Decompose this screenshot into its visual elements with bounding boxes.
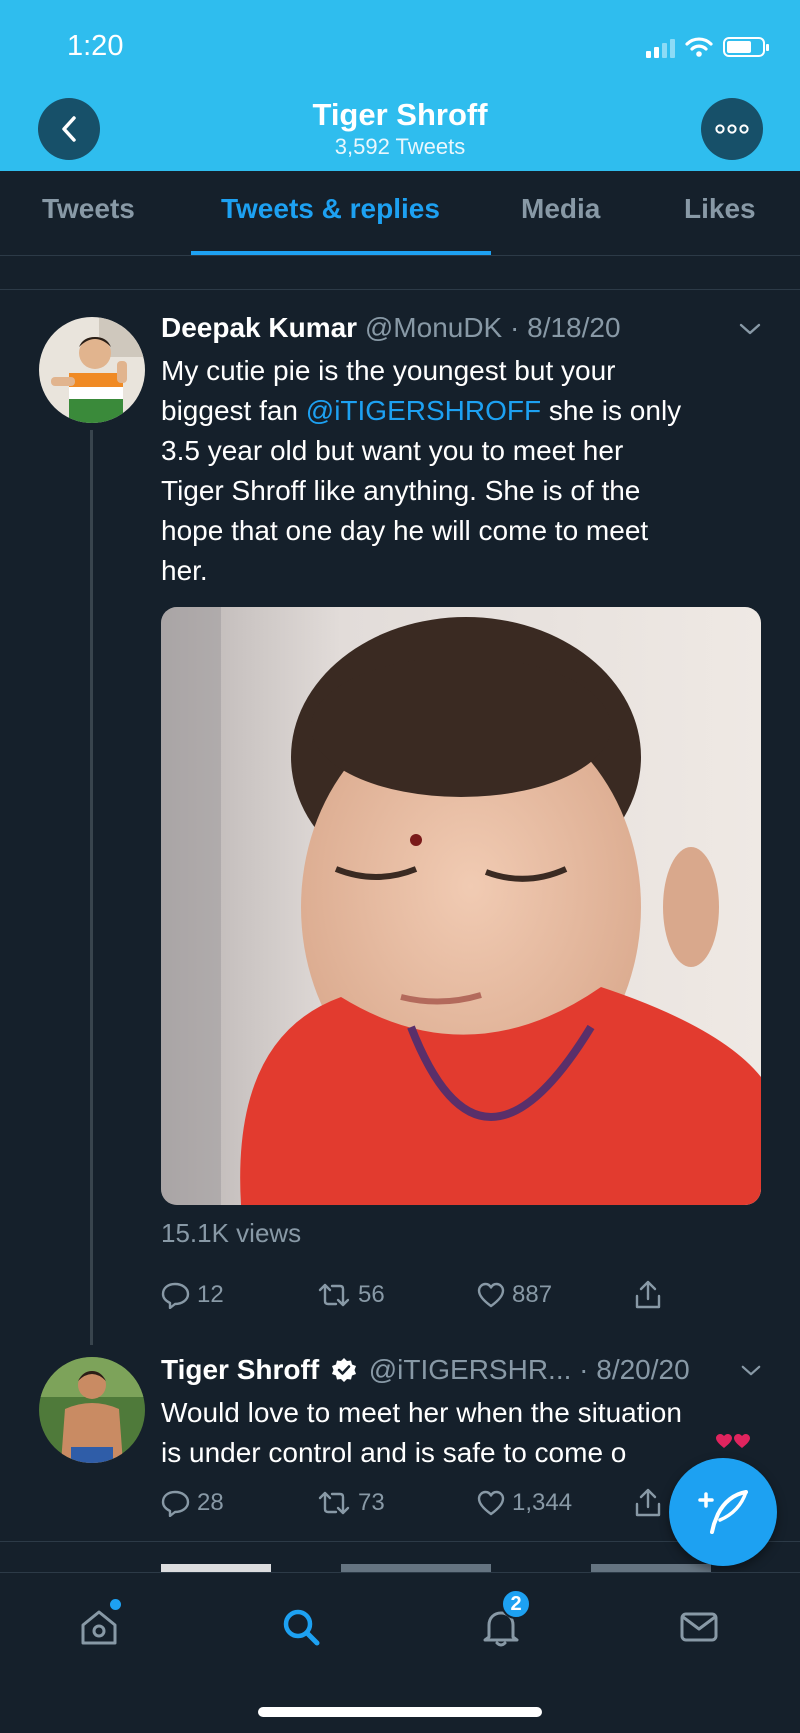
avatar[interactable]	[39, 1357, 145, 1463]
tweet-text-line: My cutie pie is the youngest but your	[161, 355, 616, 386]
compose-tweet-button[interactable]	[669, 1458, 777, 1566]
tweet-text: My cutie pie is the youngest but your bi…	[161, 351, 681, 591]
avatar-image	[39, 1357, 145, 1463]
status-icons	[646, 36, 769, 58]
tweet-text-line: Would love to meet her when the situatio…	[161, 1397, 682, 1428]
more-dots-icon	[715, 124, 749, 134]
tweet-video[interactable]	[161, 607, 761, 1205]
signal-icon	[646, 36, 675, 58]
tweet-text-segment: she is only	[541, 395, 682, 426]
retweet-icon	[318, 1283, 350, 1307]
tweet-text-line: biggest fan @iTIGERSHROFF she is only	[161, 391, 681, 431]
reply-count: 12	[197, 1281, 224, 1308]
tweet-header: Tiger Shroff @iTIGERSHR... · 8/20/20	[161, 1354, 690, 1386]
retweet-icon	[318, 1491, 350, 1515]
tweet-text-line: her.	[161, 555, 208, 586]
profile-title: Tiger Shroff	[312, 97, 488, 132]
heart-icon	[477, 1282, 505, 1308]
notifications-tab[interactable]: 2	[469, 1589, 533, 1659]
app-header: 1:20 Tiger Shroff 3,592 Tweets	[0, 0, 800, 171]
author-handle-date: @iTIGERSHR... · 8/20/20	[368, 1354, 690, 1385]
chevron-down-icon[interactable]	[738, 322, 762, 336]
bottom-tab-bar: 2	[0, 1572, 800, 1733]
like-count: 887	[512, 1281, 553, 1308]
divider	[0, 265, 800, 290]
messages-tab[interactable]	[667, 1595, 731, 1659]
reply-icon	[161, 1490, 190, 1517]
tweet-text-line: is under control and is safe to come o	[161, 1437, 627, 1468]
share-icon	[635, 1280, 661, 1309]
tab-media[interactable]: Media	[521, 193, 600, 225]
notifications-badge: 2	[501, 1589, 531, 1619]
tweet-text-line: hope that one day he will come to meet	[161, 515, 649, 546]
reply-action[interactable]: 12	[161, 1281, 224, 1309]
author-name[interactable]: Tiger Shroff	[161, 1354, 319, 1385]
thread-line	[90, 430, 93, 1345]
like-action[interactable]: 1,344	[476, 1489, 572, 1517]
like-count: 1,344	[512, 1489, 573, 1516]
tab-tweets-and-replies[interactable]: Tweets & replies	[221, 193, 440, 225]
like-action[interactable]: 887	[476, 1281, 552, 1309]
tweet-header: Deepak Kumar @MonuDK · 8/18/20	[161, 312, 621, 344]
author-name[interactable]: Deepak Kumar	[161, 312, 357, 343]
tab-likes[interactable]: Likes	[684, 193, 756, 225]
avatar-image	[39, 317, 145, 423]
home-icon	[81, 1610, 117, 1645]
tweet-text-segment: biggest fan	[161, 395, 306, 426]
reply-action[interactable]: 28	[161, 1489, 224, 1517]
home-tab[interactable]	[67, 1595, 131, 1659]
verified-badge-icon	[331, 1358, 356, 1382]
compose-feather-icon	[698, 1490, 748, 1534]
tab-tweets[interactable]: Tweets	[42, 193, 135, 225]
share-icon	[635, 1488, 661, 1517]
home-indicator	[258, 1707, 542, 1717]
search-icon	[283, 1609, 320, 1646]
tweet-text-line: 3.5 year old but want you to meet her	[161, 435, 624, 466]
video-thumbnail	[161, 607, 761, 1205]
status-time: 1:20	[67, 30, 124, 62]
unread-dot	[110, 1599, 121, 1610]
retweet-action[interactable]: 56	[316, 1281, 385, 1309]
mail-icon	[680, 1612, 718, 1642]
retweet-action[interactable]: 73	[316, 1489, 385, 1517]
battery-icon	[723, 37, 769, 57]
wifi-icon	[685, 37, 713, 57]
share-action[interactable]	[633, 1279, 663, 1311]
retweet-count: 73	[358, 1489, 385, 1516]
retweet-count: 56	[358, 1281, 385, 1308]
author-handle-date: @MonuDK · 8/18/20	[364, 312, 621, 343]
heart-emoji-icon	[716, 1434, 750, 1448]
search-tab[interactable]	[269, 1595, 333, 1659]
reply-icon	[161, 1282, 190, 1309]
reply-count: 28	[197, 1489, 224, 1516]
view-count: 15.1K views	[161, 1218, 302, 1248]
next-tweet-peek	[161, 1558, 721, 1572]
tweet-count: 3,592 Tweets	[334, 134, 466, 159]
chevron-down-icon[interactable]	[740, 1364, 762, 1377]
heart-icon	[477, 1490, 505, 1516]
tweet-text: Would love to meet her when the situatio…	[161, 1393, 682, 1473]
active-tab-indicator	[191, 251, 491, 255]
mention-link[interactable]: @iTIGERSHROFF	[306, 395, 541, 426]
profile-tabs: Tweets Tweets & replies Media Likes	[0, 171, 800, 256]
avatar[interactable]	[39, 317, 145, 423]
share-action[interactable]	[633, 1487, 663, 1519]
more-options-button[interactable]	[701, 98, 763, 160]
tweet-text-line: Tiger Shroff like anything. She is of th…	[161, 475, 641, 506]
